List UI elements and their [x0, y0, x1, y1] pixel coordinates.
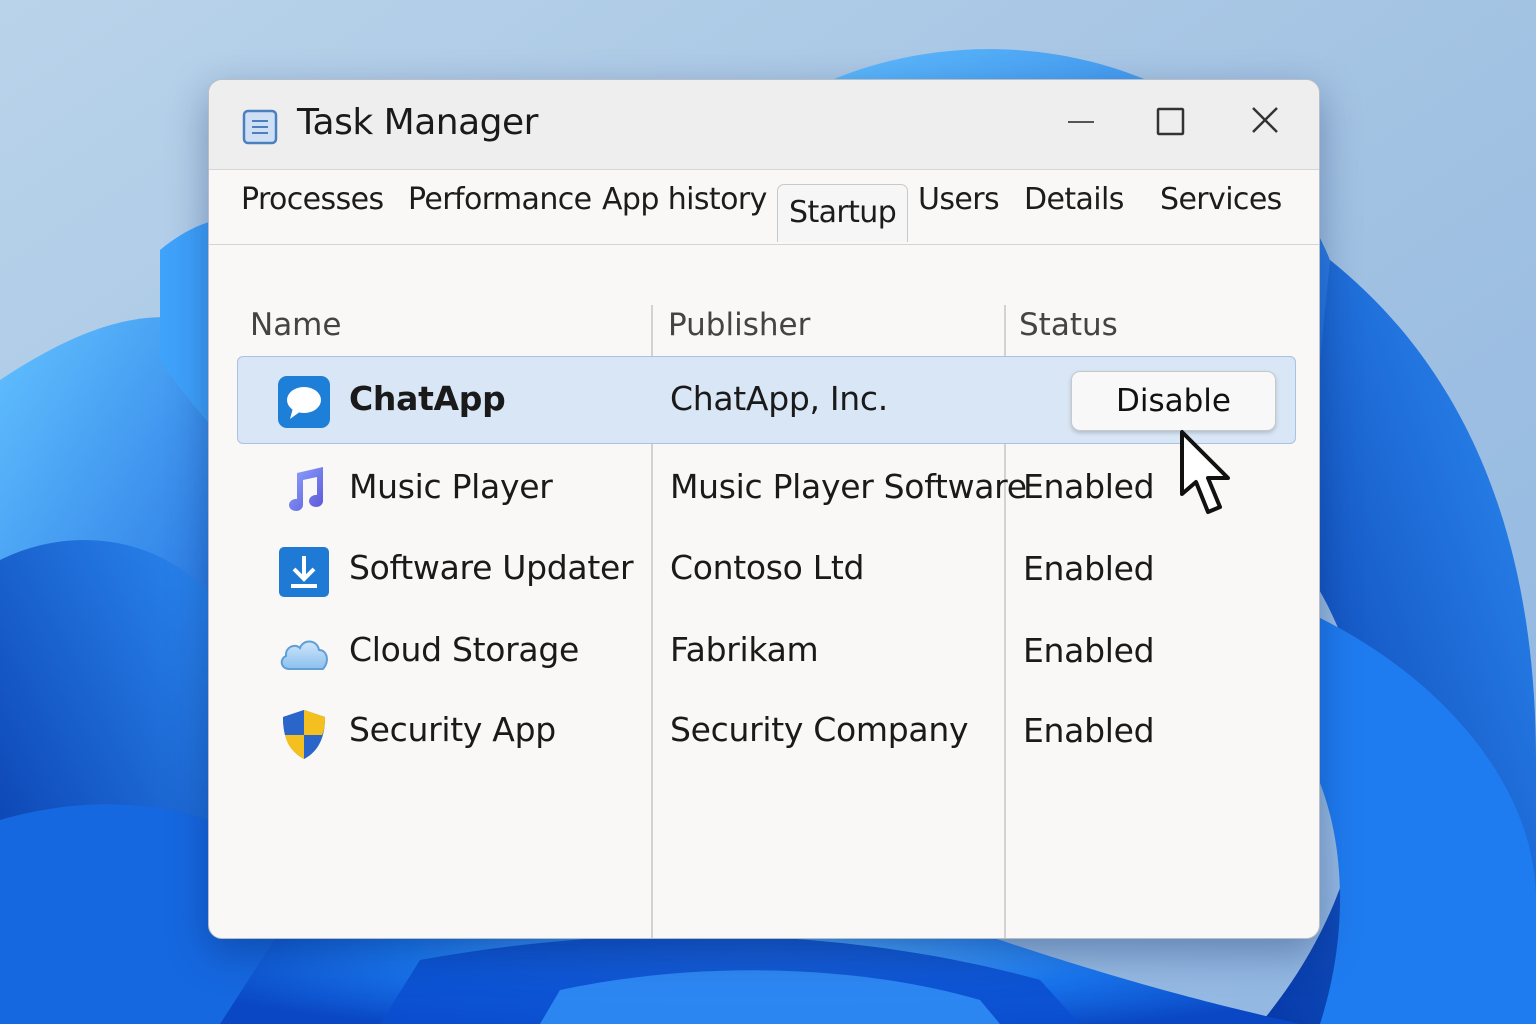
tab-startup-label: Startup — [789, 195, 897, 230]
startup-table: Name Publisher Status ChatApp ChatApp, I… — [209, 245, 1319, 938]
row-status: Enabled — [1023, 631, 1155, 670]
desktop: Task Manager Processes Performance App h… — [0, 0, 1536, 1024]
row-publisher: Security Company — [670, 710, 969, 749]
column-header-name[interactable]: Name — [250, 307, 341, 343]
minimize-button[interactable] — [1051, 100, 1111, 144]
row-name: Software Updater — [349, 548, 634, 587]
column-header-publisher[interactable]: Publisher — [668, 307, 810, 343]
download-icon — [279, 547, 329, 597]
row-publisher: Contoso Ltd — [670, 548, 865, 587]
cloud-icon — [280, 640, 328, 670]
close-icon — [1252, 107, 1278, 133]
window-title: Task Manager — [297, 102, 538, 143]
row-name: Security App — [349, 710, 556, 749]
row-name: Music Player — [349, 467, 553, 506]
row-name: Cloud Storage — [349, 630, 579, 669]
column-header-status[interactable]: Status — [1019, 307, 1118, 343]
row-status: Enabled — [1023, 467, 1155, 506]
tab-details[interactable]: Details — [1024, 182, 1124, 217]
row-publisher: ChatApp, Inc. — [670, 379, 888, 418]
tab-performance[interactable]: Performance — [408, 182, 592, 217]
music-note-icon — [289, 467, 323, 511]
tab-app-history[interactable]: App history — [602, 182, 767, 217]
row-publisher: Fabrikam — [670, 630, 819, 669]
tab-startup[interactable]: Startup — [777, 184, 909, 242]
maximize-button[interactable] — [1141, 100, 1201, 144]
row-name: ChatApp — [349, 379, 506, 418]
title-bar: Task Manager — [209, 80, 1319, 170]
tab-users[interactable]: Users — [918, 182, 1000, 217]
row-status: Enabled — [1023, 711, 1155, 750]
chat-bubble-icon — [278, 376, 330, 428]
mouse-pointer-icon — [1180, 430, 1230, 514]
row-status: Enabled — [1023, 549, 1155, 588]
tab-processes[interactable]: Processes — [241, 182, 384, 217]
task-manager-icon — [242, 109, 278, 145]
tab-services[interactable]: Services — [1160, 182, 1282, 217]
close-button[interactable] — [1235, 100, 1295, 144]
task-manager-window: Task Manager Processes Performance App h… — [208, 79, 1320, 939]
tab-bar: Processes Performance App history Startu… — [209, 170, 1319, 245]
minimize-icon — [1068, 121, 1094, 123]
row-publisher: Music Player Software — [670, 467, 1027, 506]
disable-button[interactable]: Disable — [1071, 371, 1276, 431]
maximize-icon — [1156, 107, 1185, 136]
shield-icon — [283, 710, 325, 759]
